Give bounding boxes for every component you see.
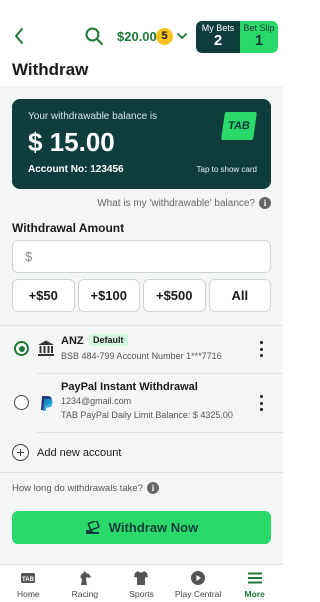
withdrawal-amount-label: Withdrawal Amount	[12, 221, 125, 235]
nav-item-sports[interactable]: Sports	[113, 565, 170, 602]
balance-count-badge: 5	[156, 28, 173, 45]
nav-item-home[interactable]: TAB Home	[0, 565, 57, 602]
tap-to-show-card[interactable]: Tap to show card	[197, 165, 257, 174]
my-bets-count: 2	[213, 32, 223, 49]
page-title: Withdraw	[12, 60, 89, 79]
withdrawable-amount: $ 15.00	[28, 127, 115, 157]
jersey-icon	[134, 571, 149, 585]
bet-slip-count: 1	[254, 32, 264, 49]
account-name: PayPal Instant Withdrawal	[61, 381, 198, 393]
account-radio-unselected[interactable]	[14, 395, 29, 410]
more-options-icon[interactable]	[258, 395, 264, 411]
top-bar: $20.00 5 My Bets 2 Bet Slip 1	[0, 0, 283, 56]
nav-label: More	[244, 589, 265, 599]
account-email: 1234@gmail.com	[61, 396, 132, 406]
withdraw-now-label: Withdraw Now	[108, 520, 199, 535]
chevron-down-icon[interactable]	[176, 31, 188, 41]
account-option-paypal[interactable]: PayPal Instant Withdrawal 1234@gmail.com…	[0, 379, 283, 427]
tab-home-icon: TAB	[21, 573, 36, 583]
account-option-anz[interactable]: ANZ Default BSB 484-799 Account Number 1…	[0, 333, 283, 371]
nav-label: Sports	[129, 589, 154, 599]
account-limit: TAB PayPal Daily Limit Balance: $ 4325.0…	[61, 410, 233, 420]
back-arrow-icon[interactable]	[12, 26, 26, 46]
more-options-icon[interactable]	[258, 341, 264, 357]
play-icon	[191, 571, 206, 585]
default-badge: Default	[89, 334, 128, 346]
account-balance[interactable]: $20.00	[117, 29, 157, 44]
divider	[0, 472, 283, 473]
quick-amount-100-button[interactable]: +$100	[77, 279, 140, 312]
withdrawal-time-help-link[interactable]: How long do withdrawals take? i	[12, 482, 159, 494]
paypal-icon	[41, 396, 53, 411]
horse-icon	[80, 571, 91, 585]
bank-icon	[38, 340, 54, 356]
nav-label: Racing	[71, 589, 99, 599]
info-icon: i	[146, 482, 159, 494]
account-radio-selected[interactable]	[14, 341, 29, 356]
withdrawal-time-text: How long do withdrawals take?	[12, 482, 143, 494]
info-icon: i	[259, 197, 271, 209]
svg-text:TAB: TAB	[22, 577, 35, 583]
divider	[0, 325, 283, 326]
menu-icon	[247, 572, 262, 584]
nav-item-racing[interactable]: Racing	[57, 565, 114, 602]
add-account-label: Add new account	[37, 446, 122, 459]
search-icon[interactable]	[84, 26, 104, 46]
divider	[37, 432, 283, 433]
withdraw-now-button[interactable]: Withdraw Now	[12, 511, 271, 544]
quick-amount-all-button[interactable]: All	[208, 279, 271, 312]
bet-slip-button[interactable]: Bet Slip 1	[240, 21, 278, 53]
withdrawable-help-text: What is my 'withdrawable' balance?	[97, 197, 255, 209]
withdrawable-help-link[interactable]: What is my 'withdrawable' balance? i	[97, 197, 271, 209]
quick-amount-row: +$50 +$100 +$500 All	[12, 279, 271, 312]
card-caption: Your withdrawable balance is	[28, 111, 158, 122]
account-name: ANZ	[61, 335, 84, 347]
nav-label: Home	[16, 589, 40, 599]
nav-item-more[interactable]: More	[226, 565, 283, 602]
add-circle-icon	[12, 444, 29, 461]
tab-logo: TAB	[221, 112, 257, 140]
account-number: Account No: 123456	[28, 164, 124, 175]
withdrawal-amount-field	[12, 240, 271, 273]
withdrawal-amount-input[interactable]	[13, 241, 270, 272]
divider	[37, 373, 283, 374]
quick-amount-50-button[interactable]: +$50	[12, 279, 75, 312]
account-detail: BSB 484-799 Account Number 1***7716	[61, 351, 222, 361]
nav-item-play-central[interactable]: Play Central	[170, 565, 227, 602]
my-bets-button[interactable]: My Bets 2	[196, 21, 240, 53]
add-new-account-button[interactable]: Add new account	[12, 444, 121, 461]
nav-label: Play Central	[174, 589, 222, 599]
withdrawable-balance-card[interactable]: Your withdrawable balance is $ 15.00 Acc…	[12, 99, 271, 189]
bottom-nav: TAB Home Racing Sports Play Central More	[0, 564, 283, 602]
withdraw-hand-icon	[85, 520, 100, 534]
quick-amount-500-button[interactable]: +$500	[143, 279, 206, 312]
